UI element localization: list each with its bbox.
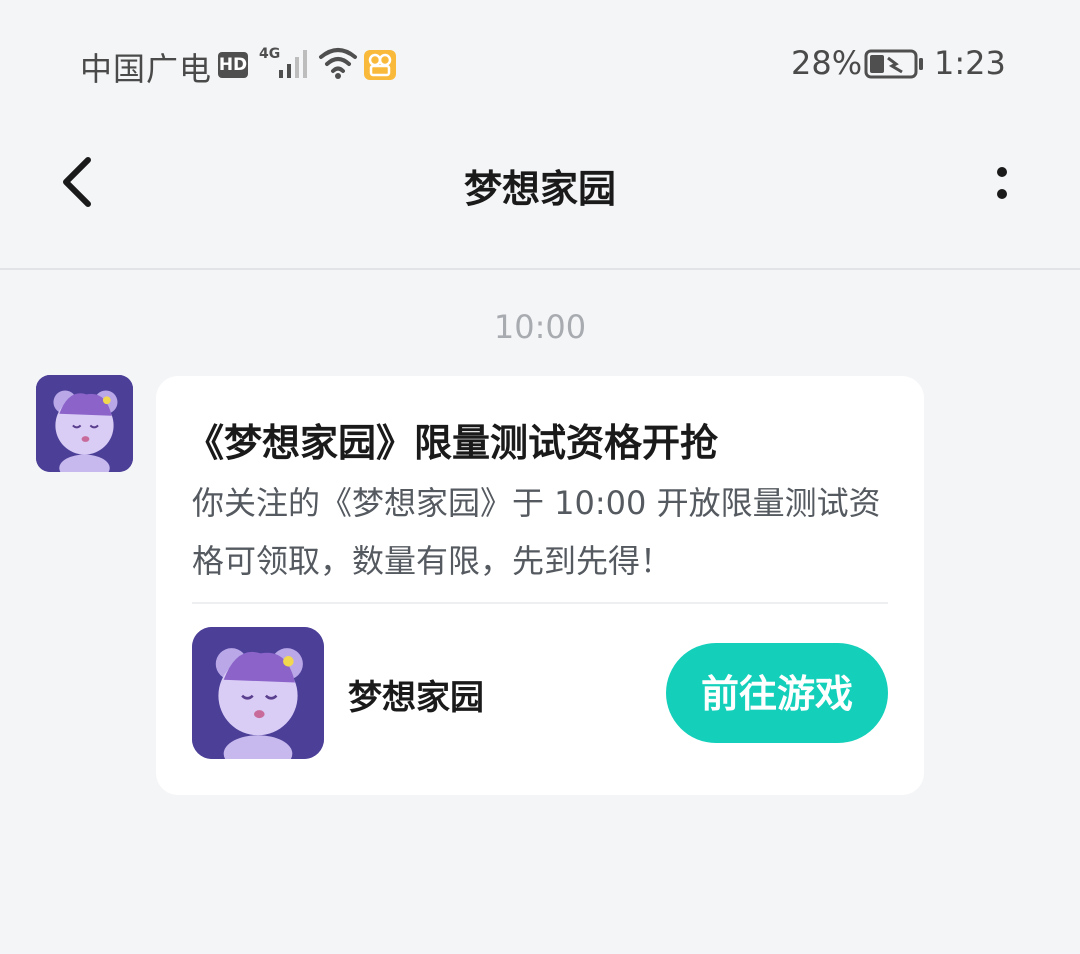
- more-vertical-icon: [997, 167, 1007, 199]
- game-icon[interactable]: [192, 627, 324, 759]
- card-title: 《梦想家园》限量测试资格开抢: [186, 421, 719, 465]
- carrier-name: 中国广电: [80, 50, 213, 88]
- battery-percent: 28%: [791, 44, 863, 82]
- status-bar: 中国广电 HD 4G 28% 1:23: [0, 0, 1080, 130]
- wifi-icon: [319, 48, 357, 79]
- notification-card: 《梦想家园》限量测试资格开抢 你关注的《梦想家园》于 10:00 开放限量测试资…: [156, 376, 924, 795]
- game-avatar-icon: [192, 627, 324, 759]
- more-options-button[interactable]: [980, 160, 1024, 206]
- status-time: 1:23: [934, 44, 1006, 82]
- battery-icon: [864, 49, 923, 79]
- hd-icon: HD: [218, 52, 248, 78]
- go-to-game-button[interactable]: 前往游戏: [666, 643, 888, 743]
- signal-icon: [279, 50, 307, 78]
- card-divider: [192, 602, 888, 604]
- card-description: 你关注的《梦想家园》于 10:00 开放限量测试资格可领取，数量有限，先到先得！: [192, 484, 881, 580]
- sender-avatar[interactable]: [36, 375, 133, 472]
- page-title: 梦想家园: [463, 167, 616, 211]
- app-badge-icon: [364, 50, 396, 80]
- game-name: 梦想家园: [348, 678, 484, 718]
- top-nav-bar: 梦想家园: [0, 130, 1080, 270]
- message-timestamp: 10:00: [493, 308, 587, 346]
- game-avatar-icon: [36, 375, 133, 472]
